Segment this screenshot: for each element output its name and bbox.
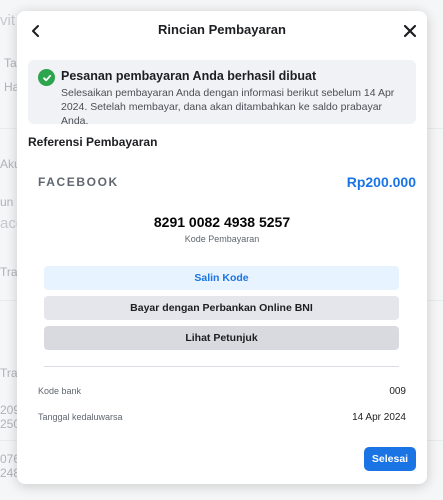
- payment-reference-card: FACEBOOK Rp200.000 8291 0082 4938 5257 K…: [28, 161, 416, 461]
- copy-code-button[interactable]: Salin Kode: [44, 266, 399, 290]
- divider: [44, 366, 399, 367]
- close-button[interactable]: [399, 20, 421, 42]
- bg-fragment: Ta: [4, 56, 17, 70]
- done-button[interactable]: Selesai: [364, 447, 416, 471]
- pay-online-banking-button[interactable]: Bayar dengan Perbankan Online BNI: [44, 296, 399, 320]
- payment-details-modal: Rincian Pembayaran Pesanan pembayaran An…: [17, 11, 427, 484]
- bg-fragment: Tra: [0, 265, 18, 279]
- banner-text: Selesaikan pembayaran Anda dengan inform…: [61, 87, 395, 127]
- provider-name: FACEBOOK: [38, 175, 119, 189]
- expiry-date-value: 14 Apr 2024: [352, 412, 406, 423]
- modal-title: Rincian Pembayaran: [158, 22, 286, 37]
- section-title: Referensi Pembayaran: [28, 135, 158, 149]
- success-banner: Pesanan pembayaran Anda berhasil dibuat …: [28, 60, 416, 127]
- payment-amount: Rp200.000: [346, 174, 416, 190]
- bg-heading-fragment: vit: [0, 12, 15, 29]
- bg-fragment: Tra: [0, 366, 18, 380]
- banner-title: Pesanan pembayaran Anda berhasil dibuat: [61, 69, 317, 83]
- view-instructions-button[interactable]: Lihat Petunjuk: [44, 326, 399, 350]
- payment-code: 8291 0082 4938 5257: [153, 214, 291, 230]
- check-circle-icon: [38, 69, 55, 86]
- bank-code-label: Kode bank: [38, 386, 82, 396]
- expiry-date-label: Tanggal kedaluwarsa: [38, 412, 123, 422]
- modal-header: Rincian Pembayaran: [17, 11, 427, 51]
- bank-code-value: 009: [389, 386, 406, 397]
- payment-code-label: Kode Pembayaran: [184, 234, 260, 244]
- close-icon: [403, 24, 417, 38]
